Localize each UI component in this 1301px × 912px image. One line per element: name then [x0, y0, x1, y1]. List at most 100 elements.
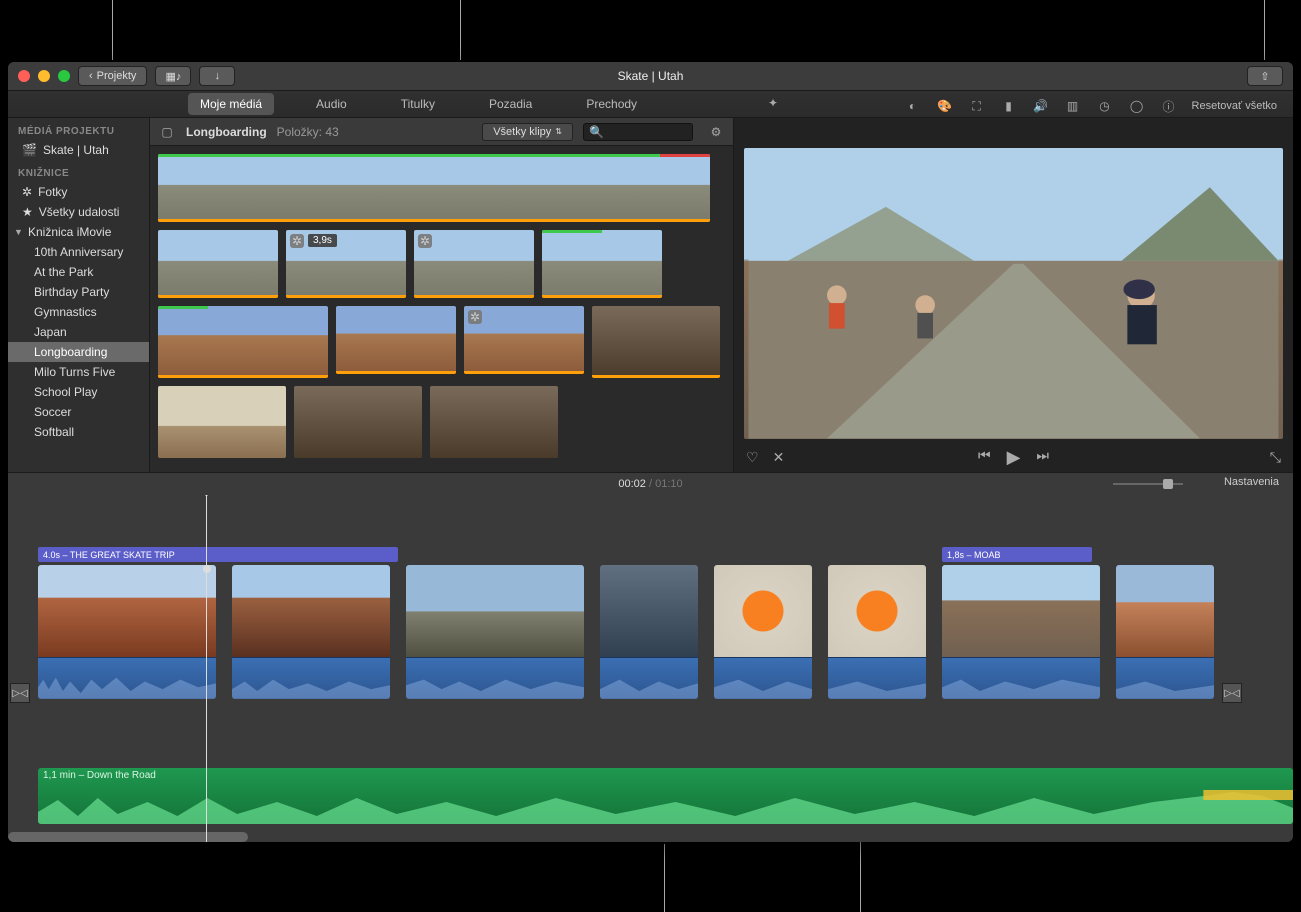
sidebar-project-item[interactable]: 🎬 Skate | Utah [8, 140, 149, 160]
clip-thumbnail[interactable] [592, 306, 720, 378]
timeline-clip[interactable]: ▷◁ [1116, 565, 1214, 705]
timeline-clip[interactable] [600, 565, 698, 705]
info-icon[interactable]: ⓘ [1160, 97, 1178, 115]
list-view-toggle-icon[interactable]: ▢ [158, 123, 176, 141]
fullscreen-icon[interactable]: ⤡ [1270, 449, 1281, 466]
favorite-icon[interactable]: ♡ [746, 449, 759, 466]
viewer: ♡ ✕ ⏮ ▶ ⏭ ⤡ [734, 118, 1293, 472]
clip-filter-popup[interactable]: Všetky klipy ⇅ [482, 123, 573, 141]
sidebar-event-label: 10th Anniversary [34, 245, 123, 259]
browser-settings-icon[interactable]: ⚙ [707, 123, 725, 141]
magic-wand-icon[interactable]: ✦ [764, 94, 782, 112]
sidebar-event-label: Japan [34, 325, 67, 339]
timeline-clip[interactable]: ▷◁ 4.0s – THE GREAT SKATE TRIP [38, 565, 216, 705]
sidebar-event-birthday-party[interactable]: Birthday Party [8, 282, 149, 302]
sidebar-event-milo-turns-five[interactable]: Milo Turns Five [8, 362, 149, 382]
clip-thumbnail[interactable] [158, 386, 286, 458]
prev-clip-button[interactable]: ⏮ [978, 447, 991, 468]
sidebar-event-soccer[interactable]: Soccer [8, 402, 149, 422]
timeline-settings-button[interactable]: Nastavenia [1224, 476, 1279, 488]
color-balance-icon[interactable]: ◐ [904, 97, 922, 115]
clip-thumbnail[interactable] [336, 306, 456, 374]
clip-thumbnail[interactable]: ✲ [414, 230, 534, 298]
sidebar-event-school-play[interactable]: School Play [8, 382, 149, 402]
sidebar-event-label: Birthday Party [34, 285, 109, 299]
clapper-icon: 🎬 [22, 143, 37, 157]
next-clip-button[interactable]: ⏭ [1036, 447, 1049, 468]
adjust-bar: ◐ 🎨 ⛶ ▮ 🔊 ▥ ◷ ◯ ⓘ Resetovať všetko [904, 94, 1277, 118]
maximize-button[interactable] [58, 70, 70, 82]
clip-thumbnail[interactable]: ✲ 3,9s [286, 230, 406, 298]
tab-audio[interactable]: Audio [304, 93, 359, 115]
minimize-button[interactable] [38, 70, 50, 82]
sidebar-event-at-the-park[interactable]: At the Park [8, 262, 149, 282]
share-button[interactable]: ⇧ [1247, 66, 1283, 86]
timeline-scrollbar[interactable] [8, 832, 248, 842]
media-import-button[interactable]: ▦♪ [155, 66, 191, 86]
tab-titles[interactable]: Titulky [389, 93, 447, 115]
title-overlay-label: 1,8s – MOAB [947, 550, 1001, 560]
callout-line [1264, 0, 1265, 60]
color-wheel-icon[interactable]: 🎨 [936, 97, 954, 115]
import-download-button[interactable]: ↓ [199, 66, 235, 86]
video-track: ▷◁ 4.0s – THE GREAT SKATE TRIP [38, 565, 1293, 705]
timeline-clip[interactable] [828, 565, 926, 705]
clip-thumbnail[interactable] [158, 230, 278, 298]
clip-thumbnail[interactable]: ✲ [464, 306, 584, 374]
timeline-clip[interactable] [232, 565, 390, 705]
playhead[interactable] [206, 495, 207, 842]
clip-grid[interactable]: ✲ 3,9s ✲ ✲ [150, 146, 733, 472]
title-overlay[interactable]: 4.0s – THE GREAT SKATE TRIP [38, 547, 398, 562]
volume-icon[interactable]: 🔊 [1032, 97, 1050, 115]
sidebar-imovie-library[interactable]: ▼ Knižnica iMovie [8, 222, 149, 242]
filter-icon[interactable]: ◯ [1128, 97, 1146, 115]
clip-thumbnail[interactable] [430, 386, 558, 458]
tab-backgrounds[interactable]: Pozadia [477, 93, 544, 115]
transition-icon[interactable]: ▷◁ [10, 683, 30, 703]
crop-icon[interactable]: ⛶ [968, 97, 986, 115]
sidebar-photos[interactable]: ✲ Fotky [8, 182, 149, 202]
sidebar-section-project: MÉDIÁ PROJEKTU [8, 118, 149, 140]
transition-icon[interactable]: ▷◁ [1222, 683, 1242, 703]
stabilize-icon[interactable]: ▮ [1000, 97, 1018, 115]
browser-header: ▢ Longboarding Položky: 43 Všetky klipy … [150, 118, 733, 146]
equalizer-icon[interactable]: ▥ [1064, 97, 1082, 115]
flower-icon: ✲ [22, 185, 32, 199]
window-title: Skate | Utah [618, 69, 684, 83]
clip-thumbnail[interactable] [542, 230, 662, 298]
title-overlay-label: 4.0s – THE GREAT SKATE TRIP [43, 550, 175, 560]
timeline-clip[interactable] [714, 565, 812, 705]
sidebar-event-softball[interactable]: Softball [8, 422, 149, 442]
reject-icon[interactable]: ✕ [773, 449, 785, 466]
traffic-lights [8, 70, 70, 82]
search-input[interactable] [608, 126, 687, 138]
disclosure-triangle-icon[interactable]: ▼ [14, 227, 22, 237]
clip-thumbnail[interactable] [158, 306, 328, 378]
music-track[interactable]: 1,1 min – Down the Road [38, 768, 1293, 824]
timeline-clip[interactable]: 1,8s – MOAB [942, 565, 1100, 705]
tab-transitions[interactable]: Prechody [574, 93, 649, 115]
titlebar: ‹ Projekty ▦♪ ↓ Skate | Utah ⇧ [8, 62, 1293, 90]
viewer-canvas[interactable] [744, 148, 1283, 439]
timeline-scroll[interactable]: ▷◁ 4.0s – THE GREAT SKATE TRIP [8, 495, 1293, 842]
close-button[interactable] [18, 70, 30, 82]
timeline-clip[interactable] [406, 565, 584, 705]
back-projects-button[interactable]: ‹ Projekty [78, 66, 147, 86]
sidebar-event-10th-anniversary[interactable]: 10th Anniversary [8, 242, 149, 262]
reset-all-button[interactable]: Resetovať všetko [1192, 100, 1277, 112]
zoom-slider[interactable] [1113, 477, 1193, 491]
sidebar-event-japan[interactable]: Japan [8, 322, 149, 342]
sidebar-all-events[interactable]: ★ Všetky udalosti [8, 202, 149, 222]
play-button[interactable]: ▶ [1007, 447, 1021, 468]
sidebar-event-longboarding[interactable]: Longboarding [8, 342, 149, 362]
search-field[interactable]: 🔍 [583, 123, 693, 141]
title-overlay[interactable]: 1,8s – MOAB [942, 547, 1092, 562]
tab-my-media[interactable]: Moje médiá [188, 93, 274, 115]
clip-duration-badge: 3,9s [308, 234, 337, 247]
clip-thumbnail[interactable] [294, 386, 422, 458]
speed-icon[interactable]: ◷ [1096, 97, 1114, 115]
timeline-header: 00:02 / 01:10 Nastavenia [8, 473, 1293, 495]
sidebar-event-gymnastics[interactable]: Gymnastics [8, 302, 149, 322]
clip-filmstrip[interactable] [158, 154, 710, 222]
sidebar: MÉDIÁ PROJEKTU 🎬 Skate | Utah KNIŽNICE ✲… [8, 118, 150, 472]
